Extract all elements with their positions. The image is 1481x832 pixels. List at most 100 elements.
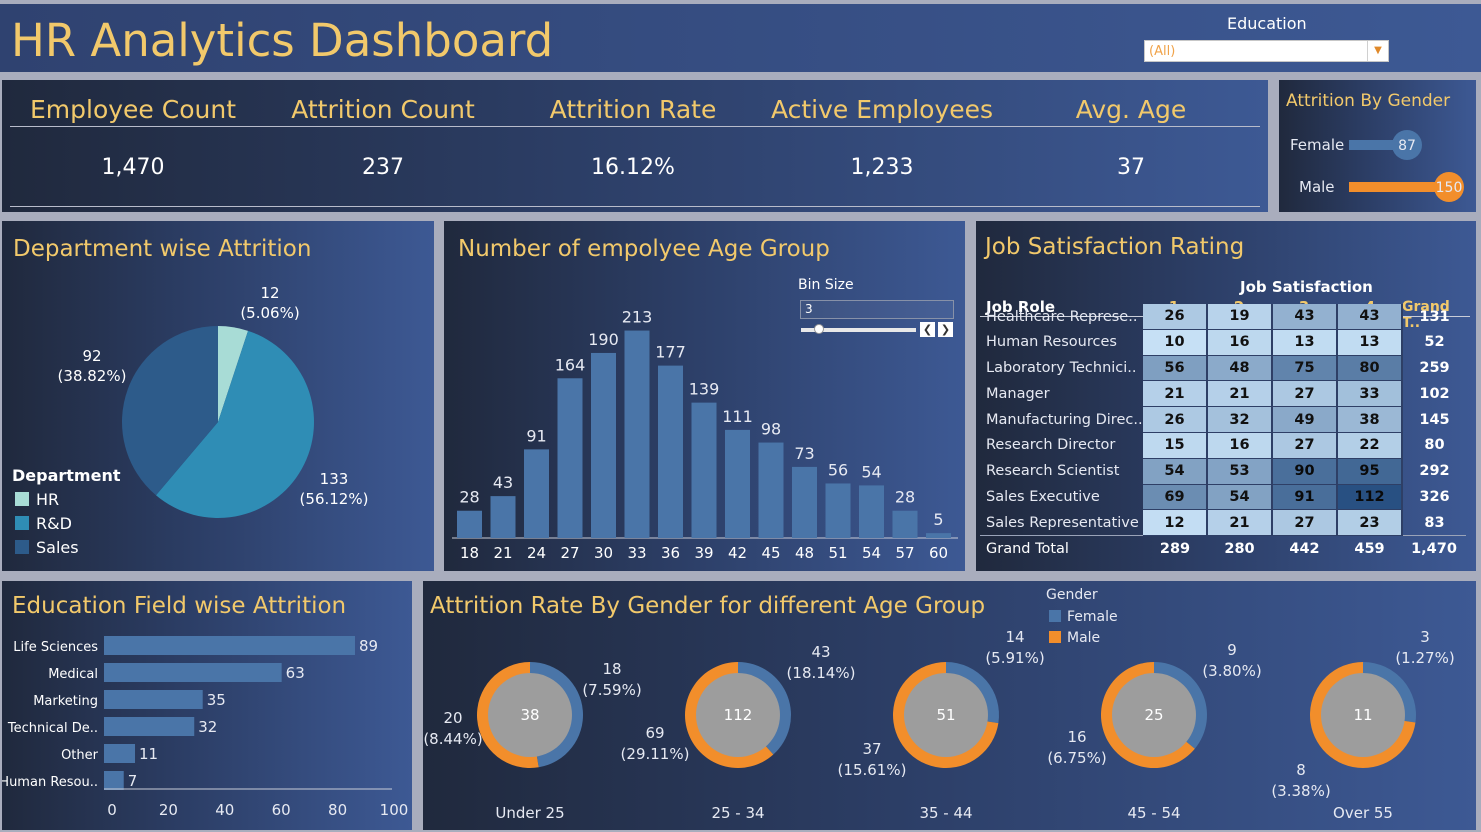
kpi-employee-count-label: Employee Count	[29, 95, 236, 124]
heatmap-cell[interactable]: 21	[1143, 380, 1208, 408]
education-field-bar-label: 63	[286, 664, 305, 682]
dashboard-header: HR Analytics Dashboard Education (All) ▼	[0, 4, 1481, 72]
kpi-divider-bottom	[10, 206, 1260, 207]
age-tick-label: 54	[862, 544, 881, 562]
chevron-right-icon[interactable]: ❯	[938, 322, 953, 337]
education-filter-dropdown[interactable]: (All) ▼	[1144, 40, 1389, 62]
table-row[interactable]: Manager 21 21 27 33 102	[980, 380, 1466, 408]
table-row[interactable]: Laboratory Technici.. 56 48 75 80 259	[980, 355, 1466, 382]
heatmap-cell[interactable]: 12	[1143, 509, 1208, 537]
table-row[interactable]: Human Resources 10 16 13 13 52	[980, 329, 1466, 356]
heatmap-cell[interactable]: 23	[1337, 509, 1403, 537]
heatmap-cell[interactable]: 27	[1272, 509, 1338, 537]
legend-item-rd[interactable]: R&D	[15, 514, 79, 538]
age-bar-label: 177	[655, 343, 686, 362]
table-row[interactable]: Sales Representative 12 21 27 23 83	[980, 509, 1466, 537]
age-bar	[691, 402, 717, 538]
heatmap-cell[interactable]: 32	[1207, 406, 1273, 433]
job-role-cell: Research Scientist	[986, 463, 1120, 480]
heatmap-cell[interactable]: 27	[1272, 380, 1338, 408]
heatmap-cell[interactable]: 21	[1207, 509, 1273, 537]
row-total-cell: 102	[1419, 385, 1450, 402]
age-bar-label: 213	[622, 308, 653, 327]
table-row[interactable]: Sales Executive 69 54 91 112 326	[980, 484, 1466, 511]
kpi-attrition-rate-value: 16.12%	[591, 155, 675, 180]
legend-item-sales[interactable]: Sales	[15, 538, 79, 562]
age-tick-label: 30	[594, 544, 613, 562]
heatmap-cell[interactable]: 91	[1272, 484, 1338, 511]
heatmap-cell[interactable]: 69	[1143, 484, 1208, 511]
heatmap-cell[interactable]: 112	[1337, 484, 1403, 511]
heatmap-cell[interactable]: 38	[1337, 406, 1403, 433]
age-bar-label: 5	[933, 510, 943, 529]
donut-male-value: 20	[443, 709, 462, 727]
bin-size-slider-handle[interactable]	[814, 324, 824, 334]
education-field-category-label: Other	[61, 748, 99, 763]
row-total-cell: 52	[1424, 334, 1445, 351]
legend-label: HR	[36, 490, 60, 509]
heatmap-cell[interactable]: 53	[1207, 458, 1273, 485]
heatmap-cell[interactable]: 43	[1272, 304, 1338, 330]
row-total-cell: 83	[1424, 514, 1445, 531]
kpi-attrition-rate-label: Attrition Rate	[549, 95, 717, 124]
grand-total-overall: 1,470	[1402, 535, 1466, 561]
heatmap-cell[interactable]: 80	[1337, 355, 1403, 382]
age-tick-label: 18	[460, 544, 479, 562]
heatmap-cell[interactable]: 27	[1272, 432, 1338, 459]
education-field-bar-label: 11	[139, 745, 158, 763]
age-tick-label: 33	[627, 544, 646, 562]
heatmap-cell[interactable]: 49	[1272, 406, 1338, 433]
heatmap-cell[interactable]: 21	[1207, 380, 1273, 408]
job-satisfaction-table: Healthcare Represe.. 26 19 43 43 131 Human Res…	[980, 304, 1466, 561]
donut-male-value: 37	[862, 740, 881, 758]
x-tick-label: 20	[159, 801, 178, 819]
heatmap-cell[interactable]: 48	[1207, 355, 1273, 382]
bin-size-input[interactable]: 3	[800, 300, 954, 319]
pie-percent-label: (56.12%)	[300, 490, 369, 508]
age-tick-label: 39	[694, 544, 713, 562]
x-tick-label: 40	[215, 801, 234, 819]
heatmap-cell[interactable]: 95	[1337, 458, 1403, 485]
age-bar-label: 73	[794, 444, 814, 463]
donut-total-label: 112	[724, 706, 753, 724]
heatmap-cell[interactable]: 26	[1143, 406, 1208, 433]
education-field-bar-label: 7	[128, 772, 138, 790]
donut-male-percent: (3.38%)	[1271, 782, 1330, 800]
kpi-attrition-count-value: 237	[362, 155, 404, 180]
chevron-left-icon[interactable]: ❮	[920, 322, 935, 337]
chevron-down-icon[interactable]: ▼	[1367, 41, 1388, 61]
legend-label: R&D	[36, 514, 72, 533]
age-group-panel: Number of empolyee Age Group 28 18 43 21 91 2…	[444, 221, 965, 571]
heatmap-cell[interactable]: 19	[1207, 304, 1273, 330]
heatmap-cell[interactable]: 90	[1272, 458, 1338, 485]
heatmap-cell[interactable]: 16	[1207, 432, 1273, 459]
heatmap-cell[interactable]: 26	[1143, 304, 1208, 330]
donut-male-value: 69	[645, 724, 664, 742]
job-role-cell: Laboratory Technici..	[986, 359, 1137, 376]
heatmap-cell[interactable]: 33	[1337, 380, 1403, 408]
heatmap-cell[interactable]: 13	[1337, 329, 1403, 356]
table-row[interactable]: Healthcare Represe.. 26 19 43 43 131	[980, 304, 1466, 330]
job-role-cell: Sales Representative	[986, 514, 1139, 531]
heatmap-cell[interactable]: 15	[1143, 432, 1208, 459]
heatmap-cell[interactable]: 54	[1143, 458, 1208, 485]
heatmap-cell[interactable]: 16	[1207, 329, 1273, 356]
heatmap-cell[interactable]: 10	[1143, 329, 1208, 356]
age-bar	[457, 510, 482, 538]
job-satisfaction-panel: Job Satisfaction Rating Job Satisfaction…	[976, 221, 1476, 571]
heatmap-cell[interactable]: 43	[1337, 304, 1403, 330]
legend-item-hr[interactable]: HR	[15, 490, 79, 514]
gender-bar-value: 150	[1436, 180, 1463, 196]
table-row[interactable]: Manufacturing Direc.. 26 32 49 38 145	[980, 406, 1466, 433]
age-bar-label: 98	[761, 420, 781, 439]
heatmap-cell[interactable]: 13	[1272, 329, 1338, 356]
heatmap-cell[interactable]: 75	[1272, 355, 1338, 382]
heatmap-cell[interactable]: 56	[1143, 355, 1208, 382]
age-bar-label: 56	[828, 460, 848, 479]
age-bar-label: 139	[689, 380, 720, 399]
grand-total-cell: 289	[1143, 535, 1207, 561]
table-row[interactable]: Research Director 15 16 27 22 80	[980, 432, 1466, 459]
table-row[interactable]: Research Scientist 54 53 90 95 292	[980, 458, 1466, 485]
heatmap-cell[interactable]: 54	[1207, 484, 1273, 511]
heatmap-cell[interactable]: 22	[1337, 432, 1403, 459]
